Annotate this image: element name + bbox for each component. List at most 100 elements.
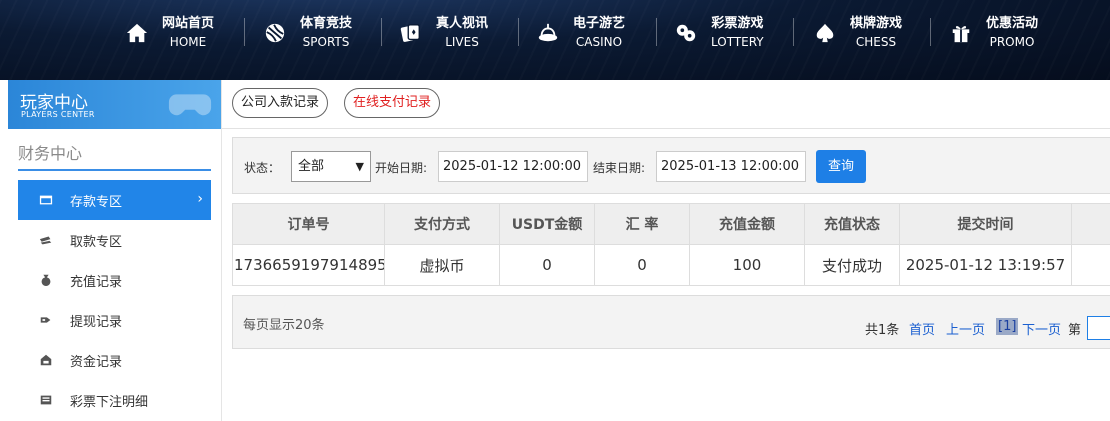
pagination-bar: 每页显示20条 共1条 首页 上一页 [1] 下一页 第 [232, 295, 1110, 349]
cell-pay-method: 虚拟币 [384, 244, 500, 286]
withdraw-icon [38, 312, 54, 328]
sidebar-item-label: 存款专区 [70, 194, 123, 210]
money-bag-icon [38, 272, 54, 288]
sidebar-item-label: 取款专区 [70, 234, 123, 250]
nav-lottery-en: LOTTERY [711, 35, 764, 49]
next-page-link[interactable]: 下一页 [1022, 319, 1061, 338]
nav-divider [244, 18, 245, 46]
nav-lottery[interactable]: 彩票游戏 LOTTERY [675, 14, 764, 52]
fund-icon [38, 352, 54, 368]
end-date-input[interactable]: 2025-01-13 12:00:00 [656, 151, 806, 182]
column-header-pay-method: 支付方式 [384, 203, 500, 245]
column-header-usdt-amount: USDT金额 [499, 203, 595, 245]
nav-divider [930, 18, 931, 46]
nav-chess-en: CHESS [855, 35, 897, 49]
sidebar-item-withdraw-records[interactable]: 提现记录 [18, 300, 211, 340]
nav-sports-cn: 体育竞技 [300, 16, 353, 31]
end-date-label: 结束日期: [593, 161, 646, 175]
nav-home-cn: 网站首页 [162, 16, 215, 31]
players-center-header: 玩家中心 PLAYERS CENTER [8, 80, 221, 129]
sidebar-item-label: 资金记录 [70, 354, 123, 370]
lottery-balls-icon [675, 22, 697, 44]
cell-usdt-amount: 0 [499, 244, 595, 286]
gamepad-icon [168, 94, 212, 116]
column-header-order-no: 订单号 [232, 203, 385, 245]
sidebar-item-recharge-records[interactable]: 充值记录 [18, 260, 211, 300]
cell-rate: 0 [594, 244, 690, 286]
nav-casino-cn: 电子游艺 [573, 16, 626, 31]
nav-lottery-cn: 彩票游戏 [711, 16, 764, 31]
nav-home[interactable]: 网站首页 HOME [126, 14, 214, 52]
cash-icon [38, 232, 54, 248]
spade-icon [814, 22, 836, 44]
players-center-subtitle: PLAYERS CENTER [21, 110, 95, 119]
filter-bar: 状态： 全部 ▼ 开始日期: 2025-01-12 12:00:00 结束日期:… [232, 137, 1110, 194]
cards-icon [400, 22, 422, 44]
nav-divider [381, 18, 382, 46]
prev-page-link[interactable]: 上一页 [946, 319, 985, 338]
nav-promo-en: PROMO [989, 35, 1035, 49]
divider [222, 128, 1110, 129]
first-page-link[interactable]: 首页 [909, 319, 935, 338]
column-header-status: 充值状态 [804, 203, 900, 245]
nav-home-en: HOME [169, 35, 207, 49]
tab-online-payment-records[interactable]: 在线支付记录 [344, 88, 441, 118]
page-jump-input[interactable] [1087, 316, 1110, 340]
table-row: 1736659197914895 虚拟币 0 0 100 支付成功 2025-0… [232, 244, 1110, 286]
nav-divider [793, 18, 794, 46]
nav-chess[interactable]: 棋牌游戏 CHESS [814, 14, 902, 52]
query-button[interactable]: 查询 [816, 150, 866, 183]
status-label: 状态： [244, 161, 281, 175]
cell-submit-time: 2025-01-12 13:19:57 [899, 244, 1072, 286]
nav-sports-en: SPORTS [302, 35, 350, 49]
finance-center-title: 财务中心 [18, 144, 83, 163]
current-page: [1] [996, 318, 1019, 335]
total-count: 共1条 [865, 323, 900, 338]
nav-lives[interactable]: 真人视讯 LIVES [400, 14, 488, 52]
sidebar-item-fund-records[interactable]: 资金记录 [18, 340, 211, 380]
nav-sports[interactable]: 体育竞技 SPORTS [264, 14, 352, 52]
top-navigation: 网站首页 HOME 体育竞技 SPORTS 真人视讯 LIVES 电子游艺 CASINO… [0, 0, 1110, 80]
sidebar-item-deposit[interactable]: 存款专区 › [18, 180, 211, 220]
cell-recharge-amount: 100 [689, 244, 805, 286]
nav-divider [518, 18, 519, 46]
column-header-submit-time: 提交时间 [899, 203, 1072, 245]
chevron-down-icon: ▼ [355, 160, 364, 173]
sidebar-item-label: 提现记录 [70, 314, 123, 330]
page-jump-label: 第 [1068, 323, 1082, 338]
list-icon [38, 392, 54, 408]
sidebar-item-label: 彩票下注明细 [70, 394, 149, 410]
nav-promo-cn: 优惠活动 [986, 16, 1039, 31]
table-header-row: 订单号 支付方式 USDT金额 汇 率 充值金额 充值状态 提交时间 [232, 203, 1110, 245]
gift-icon [950, 22, 972, 44]
sidebar-item-withdraw[interactable]: 取款专区 [18, 220, 211, 260]
per-page-text: 每页显示20条 [243, 318, 325, 333]
column-header-rate: 汇 率 [594, 203, 690, 245]
column-header-recharge-amount: 充值金额 [689, 203, 805, 245]
nav-casino[interactable]: 电子游艺 CASINO [537, 14, 625, 52]
sidebar-item-label: 充值记录 [70, 274, 123, 290]
nav-chess-cn: 棋牌游戏 [850, 16, 903, 31]
section-underline [18, 169, 211, 171]
sidebar: 玩家中心 PLAYERS CENTER 财务中心 存款专区 › 取款专区 充值记… [8, 80, 222, 421]
status-select-value: 全部 [298, 159, 325, 174]
slot-icon [537, 22, 559, 44]
sidebar-item-lottery-bets[interactable]: 彩票下注明细 [18, 380, 211, 420]
ball-icon [264, 22, 286, 44]
nav-divider [656, 18, 657, 46]
nav-promo[interactable]: 优惠活动 PROMO [950, 14, 1038, 52]
tab-company-deposit-records[interactable]: 公司入款记录 [232, 88, 329, 118]
nav-lives-en: LIVES [445, 35, 479, 49]
nav-casino-en: CASINO [575, 35, 623, 49]
cell-status: 支付成功 [804, 244, 900, 286]
chevron-right-icon: › [197, 191, 203, 207]
start-date-input[interactable]: 2025-01-12 12:00:00 [438, 151, 588, 182]
wallet-icon [38, 192, 54, 208]
start-date-label: 开始日期: [375, 161, 428, 175]
status-select[interactable]: 全部 ▼ [291, 151, 371, 182]
column-header-extra [1071, 203, 1110, 245]
cell-extra [1071, 244, 1110, 286]
cell-order-no: 1736659197914895 [232, 244, 385, 286]
home-icon [126, 22, 148, 44]
nav-lives-cn: 真人视讯 [436, 16, 489, 31]
